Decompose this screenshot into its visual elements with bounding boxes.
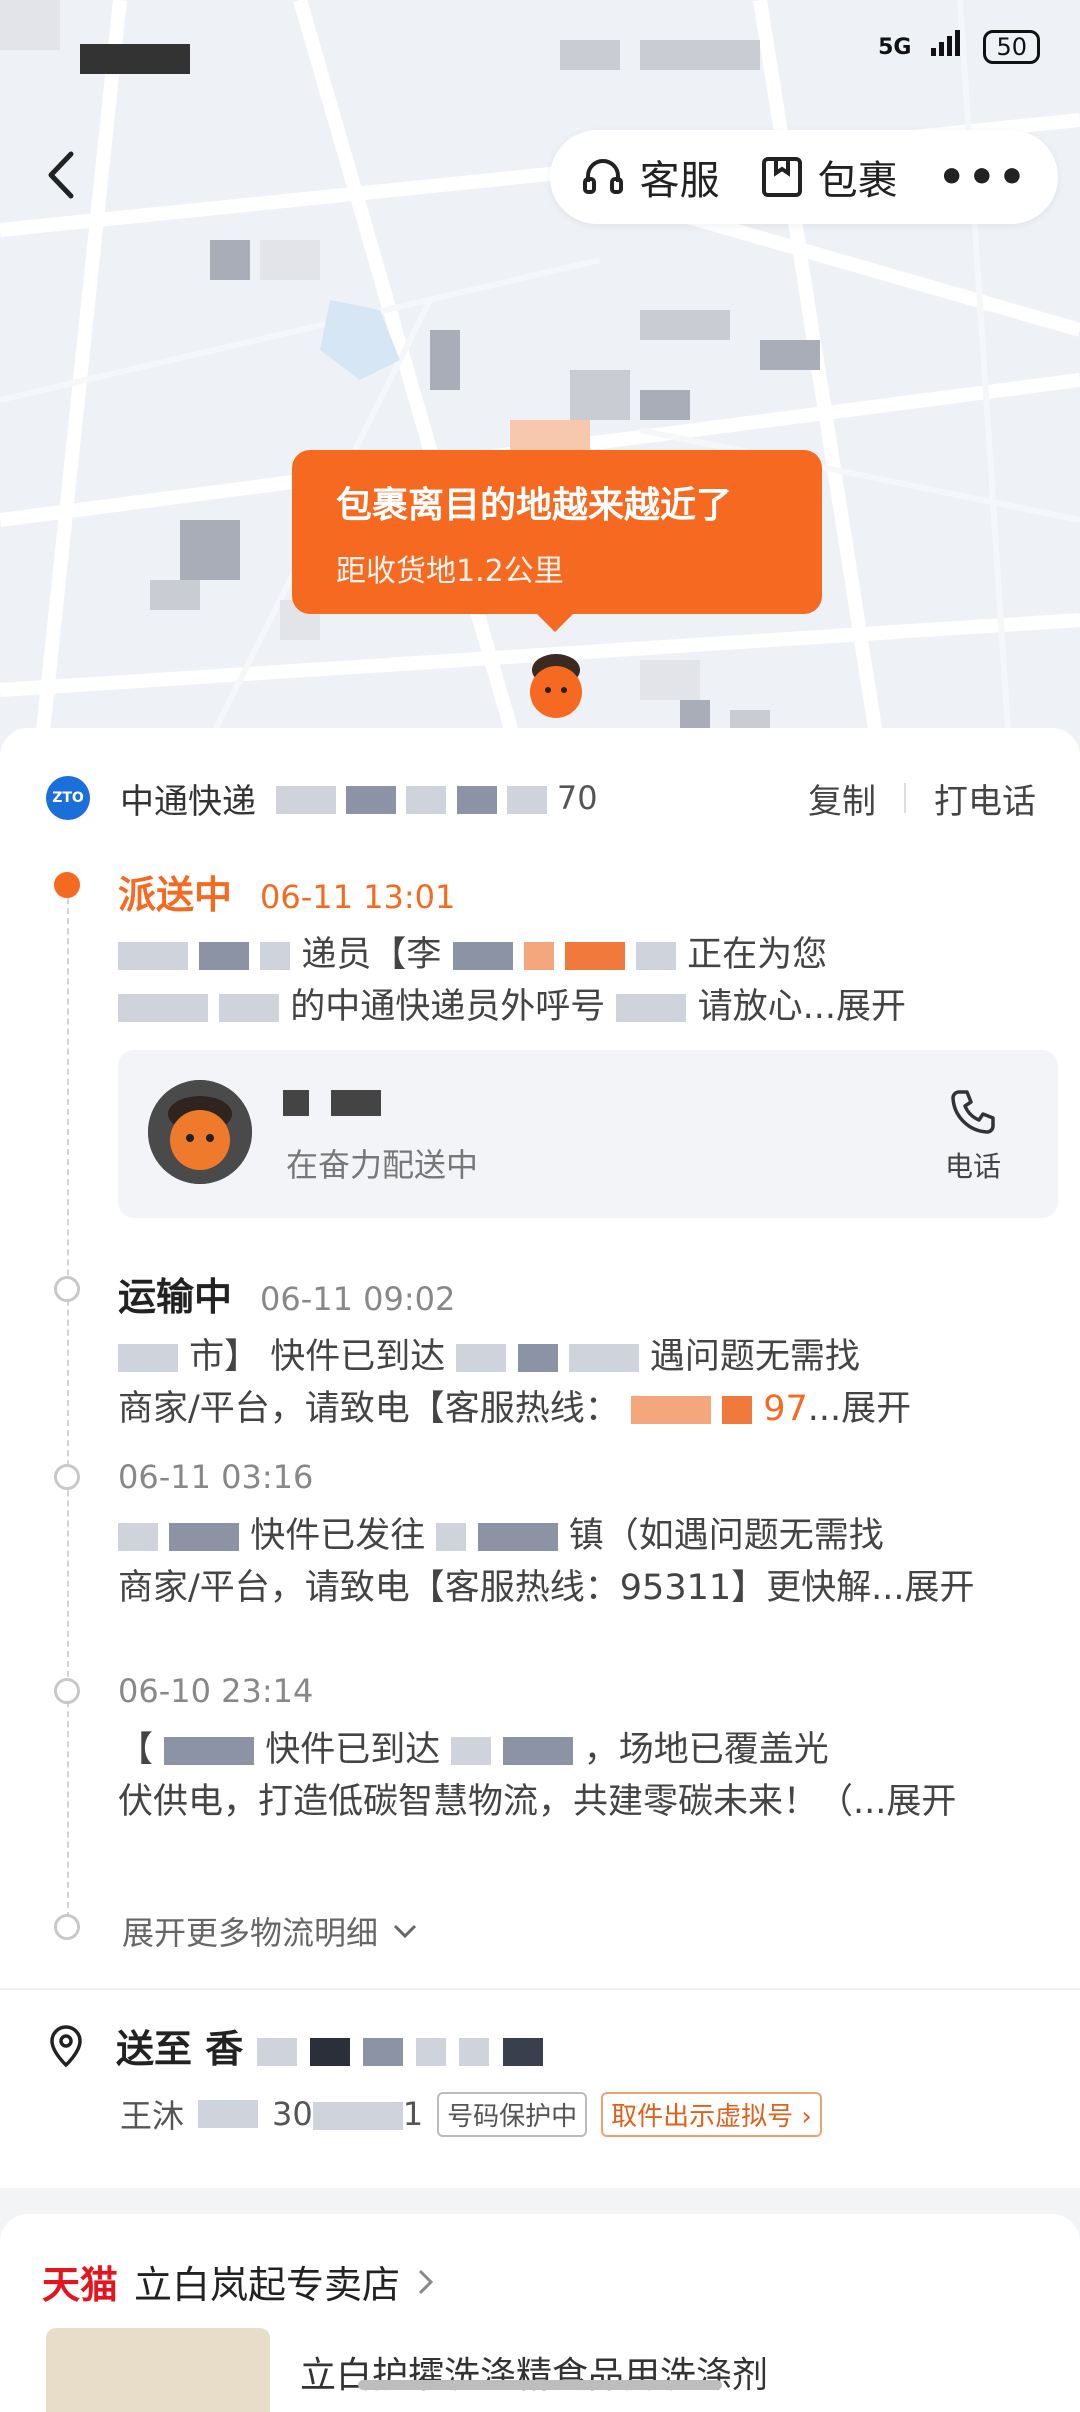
event-description: 递员【李 正在为您 的中通快递员外呼号 请放心...展开 [118,929,1038,1033]
delivery-progress-bubble: 包裹离目的地越来越近了 距收货地1.2公里 [292,450,822,632]
copy-button[interactable]: 复制 [808,774,876,823]
expand-more-button[interactable]: 展开更多物流明细 [122,1908,418,1954]
timeline-event[interactable]: 06-10 23:14 【 快件已到达 ，场地已覆盖光 伏供电，打造低碳智慧物流… [54,1672,1038,1828]
chevron-right-icon [418,2269,434,2294]
receiver-line: 王沐 30 1 号码保护中 取件出示虚拟号 › [120,2091,1046,2137]
map-view[interactable]: 5G 50 客服 包裹 ••• 包裹离目的地越来越近了 距收货地1.2公里 [0,0,1080,760]
bubble-title: 包裹离目的地越来越近了 [336,485,733,526]
address-province: 香 [205,2027,244,2071]
event-description: 市】 快件已到达 遇问题无需找 商家/平台，请致电【客服热线： 97...展开 [118,1337,912,1429]
event-time: 06-10 23:14 [118,1672,314,1710]
location-pin-icon [50,2024,82,2067]
bubble-distance: 距收货地1.2公里 [336,554,564,589]
receiver-phone: 30 1 [272,2095,424,2133]
timeline-dot [54,1678,80,1704]
carrier-name: 中通快递 [120,781,256,822]
header-actions: 客服 包裹 ••• [549,130,1058,224]
home-indicator[interactable] [358,2380,722,2390]
back-button[interactable] [30,140,90,210]
customer-service-label: 客服 [639,158,720,204]
customer-service-button[interactable]: 客服 [580,148,720,206]
chevron-down-icon [393,1924,417,1939]
zto-logo: ZTO [46,776,90,820]
store-name[interactable]: 立白岚起专卖店 [134,2254,400,2309]
call-button[interactable]: 打电话 [934,774,1036,823]
expand-link[interactable]: 商家/平台，请致电【客服热线：95311】更快解...展开 [118,1568,975,1608]
tmall-logo: 天猫 [42,2263,119,2307]
divider [904,783,906,813]
package-button[interactable]: 包裹 [760,148,898,206]
event-time: 06-11 09:02 [260,1280,456,1318]
status-time [80,44,190,74]
timeline-event[interactable]: 派送中 06-11 13:01 递员【李 正在为您 的中通快递员外呼号 请放心.… [54,864,1038,1033]
map-roads [0,0,1080,760]
phone-label: 电话 [944,1150,1001,1183]
courier-name [283,1090,381,1116]
network-label: 5G [878,34,912,60]
headset-icon [582,159,623,194]
timeline-event[interactable]: 06-11 03:16 快件已发往 镇（如遇问题无需找 商家/平台，请致电【客服… [54,1458,1038,1614]
expand-link[interactable]: ...展开 [808,1389,911,1429]
virtual-number-button[interactable]: 取件出示虚拟号 › [601,2091,822,2137]
timeline-dot [54,1276,80,1302]
phone-icon [951,1090,995,1134]
tracking-card: ZTO 中通快递 70 复制 打电话 派送中 06-11 13:01 递员【李 … [0,728,1080,2188]
status-bar: 5G 50 [878,30,1040,64]
delivery-address: 送至 香 王沐 30 1 号码保护中 取件出示虚拟号 › [46,2018,1046,2137]
store-card[interactable]: 天猫 立白岚起专卖店 立白护攉洗涤精食品用洗涤剂 [0,2214,1080,2412]
event-time: 06-11 03:16 [118,1458,314,1496]
package-icon [761,157,802,197]
product-thumbnail[interactable] [46,2328,270,2412]
more-button[interactable]: ••• [938,152,1028,203]
courier-card[interactable]: 在奋力配送中 电话 [118,1050,1058,1218]
expand-link[interactable]: 请放心...展开 [698,987,906,1027]
event-status: 派送中 [118,873,233,917]
event-status: 运输中 [118,1275,233,1319]
expand-link[interactable]: 伏供电，打造低碳智慧物流，共建零碳未来！（...展开 [118,1782,956,1822]
expand-more-label: 展开更多物流明细 [122,1914,379,1952]
timeline-dot [54,1464,80,1490]
receiver-name: 王沐 [120,2097,185,2135]
timeline-event[interactable]: 运输中 06-11 09:02 市】 快件已到达 遇问题无需找 商家/平台，请致… [54,1266,1038,1435]
tracking-number: 70 [276,779,598,817]
timeline-line [67,878,69,1928]
tracking-suffix: 70 [556,779,598,817]
courier-avatar [148,1080,252,1184]
package-label: 包裹 [817,158,898,204]
event-time: 06-11 13:01 [260,878,456,916]
event-description: 快件已发往 镇（如遇问题无需找 商家/平台，请致电【客服热线：95311】更快解… [118,1516,975,1608]
timeline-dot-active [54,872,80,898]
address-prefix: 送至 [116,2027,193,2071]
carrier-actions: 复制 打电话 [808,774,1036,823]
courier-status: 在奋力配送中 [286,1146,479,1184]
courier-location-icon [530,654,582,718]
carrier-row: ZTO 中通快递 70 复制 打电话 [46,768,1036,828]
signal-icon [929,30,965,64]
section-divider [0,1988,1080,1990]
battery-indicator: 50 [983,30,1040,64]
chevron-left-icon [48,151,74,199]
phone-button[interactable]: 电话 [938,1086,1008,1185]
timeline-dot [54,1914,80,1940]
event-description: 【 快件已到达 ，场地已覆盖光 伏供电，打造低碳智慧物流，共建零碳未来！（...… [118,1730,957,1822]
number-protect-tag: 号码保护中 [437,2091,588,2137]
product-title[interactable]: 立白护攉洗涤精食品用洗涤剂 [300,2346,768,2398]
